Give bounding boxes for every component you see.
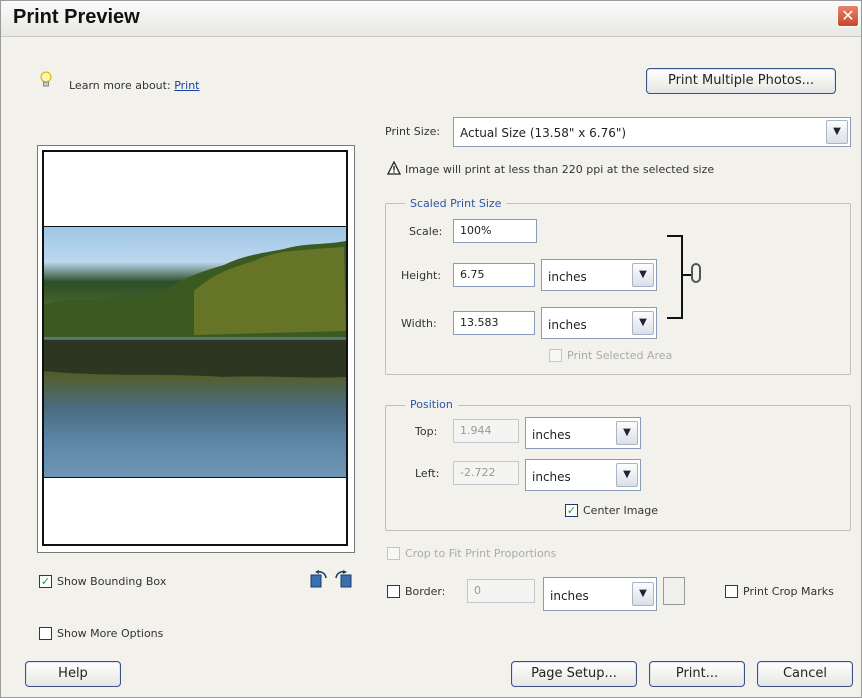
lightbulb-icon bbox=[39, 71, 53, 89]
print-size-value: Actual Size (13.58" x 6.76") bbox=[460, 126, 627, 140]
left-input[interactable]: -2.722 bbox=[453, 461, 519, 485]
title-bar: Print Preview ✕ bbox=[1, 1, 861, 37]
border-unit-value: inches bbox=[550, 589, 589, 603]
top-unit-select[interactable]: inches ▼ bbox=[525, 417, 641, 449]
chevron-down-icon[interactable]: ▼ bbox=[632, 582, 654, 606]
height-unit-value: inches bbox=[548, 270, 587, 284]
border-label: Border: bbox=[405, 585, 446, 598]
constrain-proportions-bracket bbox=[667, 235, 683, 319]
top-input[interactable]: 1.944 bbox=[453, 419, 519, 443]
height-label: Height: bbox=[401, 269, 442, 282]
photo-preview bbox=[44, 226, 346, 478]
learn-more-text: Learn more about: Print bbox=[69, 79, 200, 92]
show-more-options-checkbox[interactable] bbox=[39, 627, 52, 640]
warning-icon bbox=[386, 160, 402, 175]
show-bounding-box-label: Show Bounding Box bbox=[57, 575, 167, 588]
position-title: Position bbox=[405, 398, 458, 411]
width-input[interactable]: 13.583 bbox=[453, 311, 535, 335]
chevron-down-icon[interactable]: ▼ bbox=[826, 120, 848, 144]
preview-frame bbox=[37, 145, 355, 553]
crop-to-fit-label: Crop to Fit Print Proportions bbox=[405, 547, 557, 560]
chevron-down-icon[interactable]: ▼ bbox=[632, 311, 654, 335]
chain-link-icon[interactable] bbox=[691, 263, 701, 283]
border-color-swatch[interactable] bbox=[663, 577, 685, 605]
print-size-label: Print Size: bbox=[385, 125, 441, 138]
chevron-down-icon[interactable]: ▼ bbox=[616, 463, 638, 487]
print-selected-area-label: Print Selected Area bbox=[567, 349, 673, 362]
center-image-checkbox[interactable]: ✓ bbox=[565, 504, 578, 517]
page-setup-button[interactable]: Page Setup... bbox=[511, 661, 637, 687]
scale-input[interactable]: 100% bbox=[453, 219, 537, 243]
height-unit-select[interactable]: inches ▼ bbox=[541, 259, 657, 291]
print-multiple-photos-button[interactable]: Print Multiple Photos... bbox=[646, 68, 836, 94]
learn-more-link[interactable]: Print bbox=[174, 79, 199, 92]
chevron-down-icon[interactable]: ▼ bbox=[616, 421, 638, 445]
show-bounding-box-checkbox[interactable]: ✓ bbox=[39, 575, 52, 588]
width-unit-select[interactable]: inches ▼ bbox=[541, 307, 657, 339]
top-unit-value: inches bbox=[532, 428, 571, 442]
top-label: Top: bbox=[415, 425, 438, 438]
constrain-bracket-tick bbox=[683, 274, 691, 276]
cancel-button[interactable]: Cancel bbox=[757, 661, 853, 687]
print-button[interactable]: Print... bbox=[649, 661, 745, 687]
chevron-down-icon[interactable]: ▼ bbox=[632, 263, 654, 287]
learn-more-prefix: Learn more about: bbox=[69, 79, 171, 92]
scale-label: Scale: bbox=[409, 225, 443, 238]
height-input[interactable]: 6.75 bbox=[453, 263, 535, 287]
close-button[interactable]: ✕ bbox=[837, 5, 859, 27]
left-unit-value: inches bbox=[532, 470, 571, 484]
center-image-label: Center Image bbox=[583, 504, 658, 517]
rotate-right-icon[interactable] bbox=[333, 569, 353, 589]
print-page-preview bbox=[42, 150, 348, 546]
print-preview-dialog: Print Preview ✕ Learn more about: Print … bbox=[0, 0, 862, 698]
width-label: Width: bbox=[401, 317, 437, 330]
print-size-select[interactable]: Actual Size (13.58" x 6.76") ▼ bbox=[453, 117, 851, 147]
border-width-input[interactable]: 0 bbox=[467, 579, 535, 603]
print-crop-marks-checkbox[interactable] bbox=[725, 585, 738, 598]
print-selected-area-checkbox[interactable] bbox=[549, 349, 562, 362]
help-button[interactable]: Help bbox=[25, 661, 121, 687]
left-label: Left: bbox=[415, 467, 440, 480]
crop-to-fit-checkbox[interactable] bbox=[387, 547, 400, 560]
show-more-options-label: Show More Options bbox=[57, 627, 164, 640]
left-unit-select[interactable]: inches ▼ bbox=[525, 459, 641, 491]
print-crop-marks-label: Print Crop Marks bbox=[743, 585, 834, 598]
rotate-left-icon[interactable] bbox=[309, 569, 329, 589]
border-checkbox[interactable] bbox=[387, 585, 400, 598]
window-title: Print Preview bbox=[13, 6, 140, 28]
width-unit-value: inches bbox=[548, 318, 587, 332]
scaled-print-size-title: Scaled Print Size bbox=[405, 197, 507, 210]
low-ppi-warning: Image will print at less than 220 ppi at… bbox=[405, 163, 715, 176]
border-unit-select[interactable]: inches ▼ bbox=[543, 577, 657, 611]
